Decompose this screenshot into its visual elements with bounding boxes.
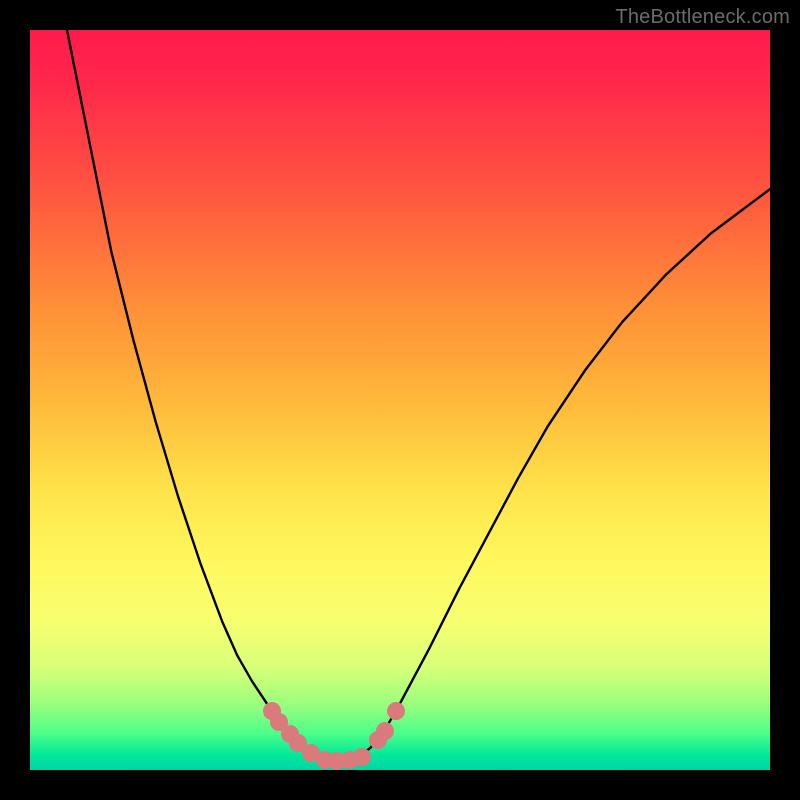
watermark-text: TheBottleneck.com bbox=[615, 6, 790, 29]
data-marker bbox=[387, 702, 405, 720]
outer-frame: TheBottleneck.com bbox=[0, 0, 800, 800]
bottleneck-curve bbox=[30, 30, 770, 770]
data-marker bbox=[353, 748, 371, 766]
plot-area bbox=[30, 30, 770, 770]
data-marker bbox=[376, 722, 394, 740]
